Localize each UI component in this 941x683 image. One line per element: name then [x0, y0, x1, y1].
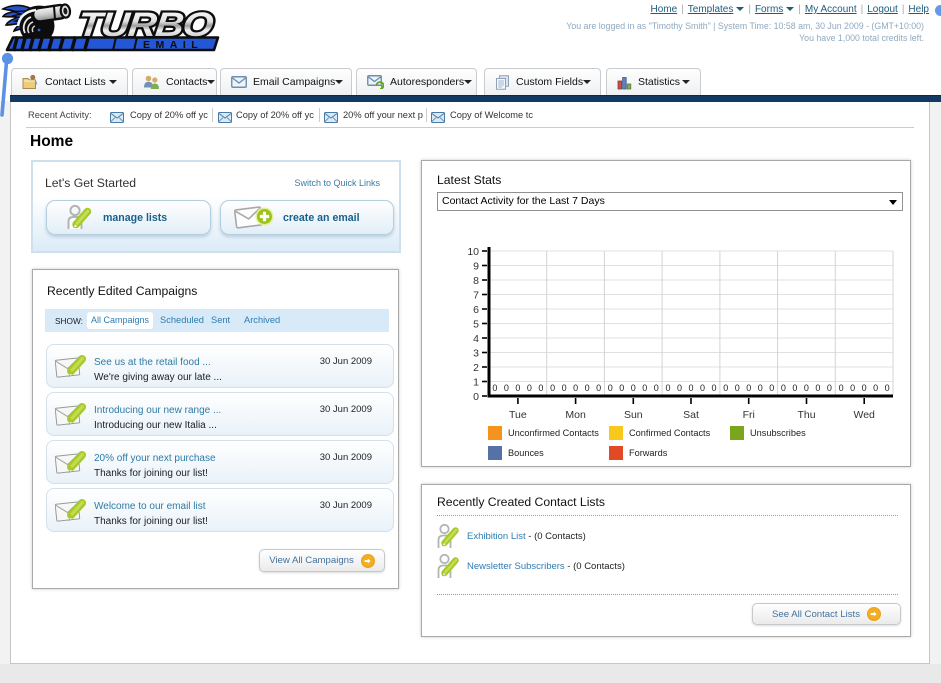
svg-text:0: 0	[815, 383, 820, 393]
svg-text:0: 0	[839, 383, 844, 393]
svg-text:0: 0	[769, 383, 774, 393]
svg-text:0: 0	[688, 383, 693, 393]
svg-text:0: 0	[515, 383, 520, 393]
svg-text:0: 0	[792, 383, 797, 393]
svg-text:0: 0	[735, 383, 740, 393]
svg-text:0: 0	[585, 383, 590, 393]
svg-text:0: 0	[527, 383, 532, 393]
svg-text:Mon: Mon	[565, 409, 586, 421]
svg-text:0: 0	[538, 383, 543, 393]
svg-text:EMAIL: EMAIL	[143, 39, 203, 51]
svg-text:0: 0	[700, 383, 705, 393]
svg-text:0: 0	[758, 383, 763, 393]
svg-text:6: 6	[473, 304, 479, 316]
svg-text:0: 0	[654, 383, 659, 393]
svg-text:8: 8	[473, 275, 479, 287]
svg-text:Wed: Wed	[853, 409, 875, 421]
svg-text:2: 2	[473, 362, 479, 374]
svg-text:10: 10	[467, 246, 479, 258]
svg-text:0: 0	[665, 383, 670, 393]
svg-text:0: 0	[781, 383, 786, 393]
svg-text:7: 7	[473, 290, 479, 302]
svg-text:0: 0	[562, 383, 567, 393]
svg-text:0: 0	[804, 383, 809, 393]
svg-text:0: 0	[631, 383, 636, 393]
svg-text:0: 0	[827, 383, 832, 393]
svg-text:0: 0	[504, 383, 509, 393]
svg-text:Tue: Tue	[509, 409, 527, 421]
svg-text:0: 0	[619, 383, 624, 393]
svg-text:0: 0	[642, 383, 647, 393]
svg-text:Fri: Fri	[743, 409, 755, 421]
svg-text:4: 4	[473, 333, 479, 345]
svg-text:0: 0	[473, 391, 479, 403]
svg-text:9: 9	[473, 261, 479, 273]
svg-text:0: 0	[550, 383, 555, 393]
svg-text:0: 0	[723, 383, 728, 393]
svg-text:3: 3	[473, 348, 479, 360]
svg-text:0: 0	[596, 383, 601, 393]
svg-text:0: 0	[492, 383, 497, 393]
svg-text:0: 0	[862, 383, 867, 393]
svg-text:0: 0	[608, 383, 613, 393]
svg-text:0: 0	[873, 383, 878, 393]
svg-text:0: 0	[711, 383, 716, 393]
svg-text:Sat: Sat	[683, 409, 699, 421]
svg-text:5: 5	[473, 319, 479, 331]
svg-text:0: 0	[746, 383, 751, 393]
svg-text:Sun: Sun	[624, 409, 643, 421]
svg-text:0: 0	[850, 383, 855, 393]
svg-text:1: 1	[473, 377, 479, 389]
svg-text:Thu: Thu	[797, 409, 815, 421]
svg-text:0: 0	[677, 383, 682, 393]
svg-text:0: 0	[885, 383, 890, 393]
svg-text:0: 0	[573, 383, 578, 393]
